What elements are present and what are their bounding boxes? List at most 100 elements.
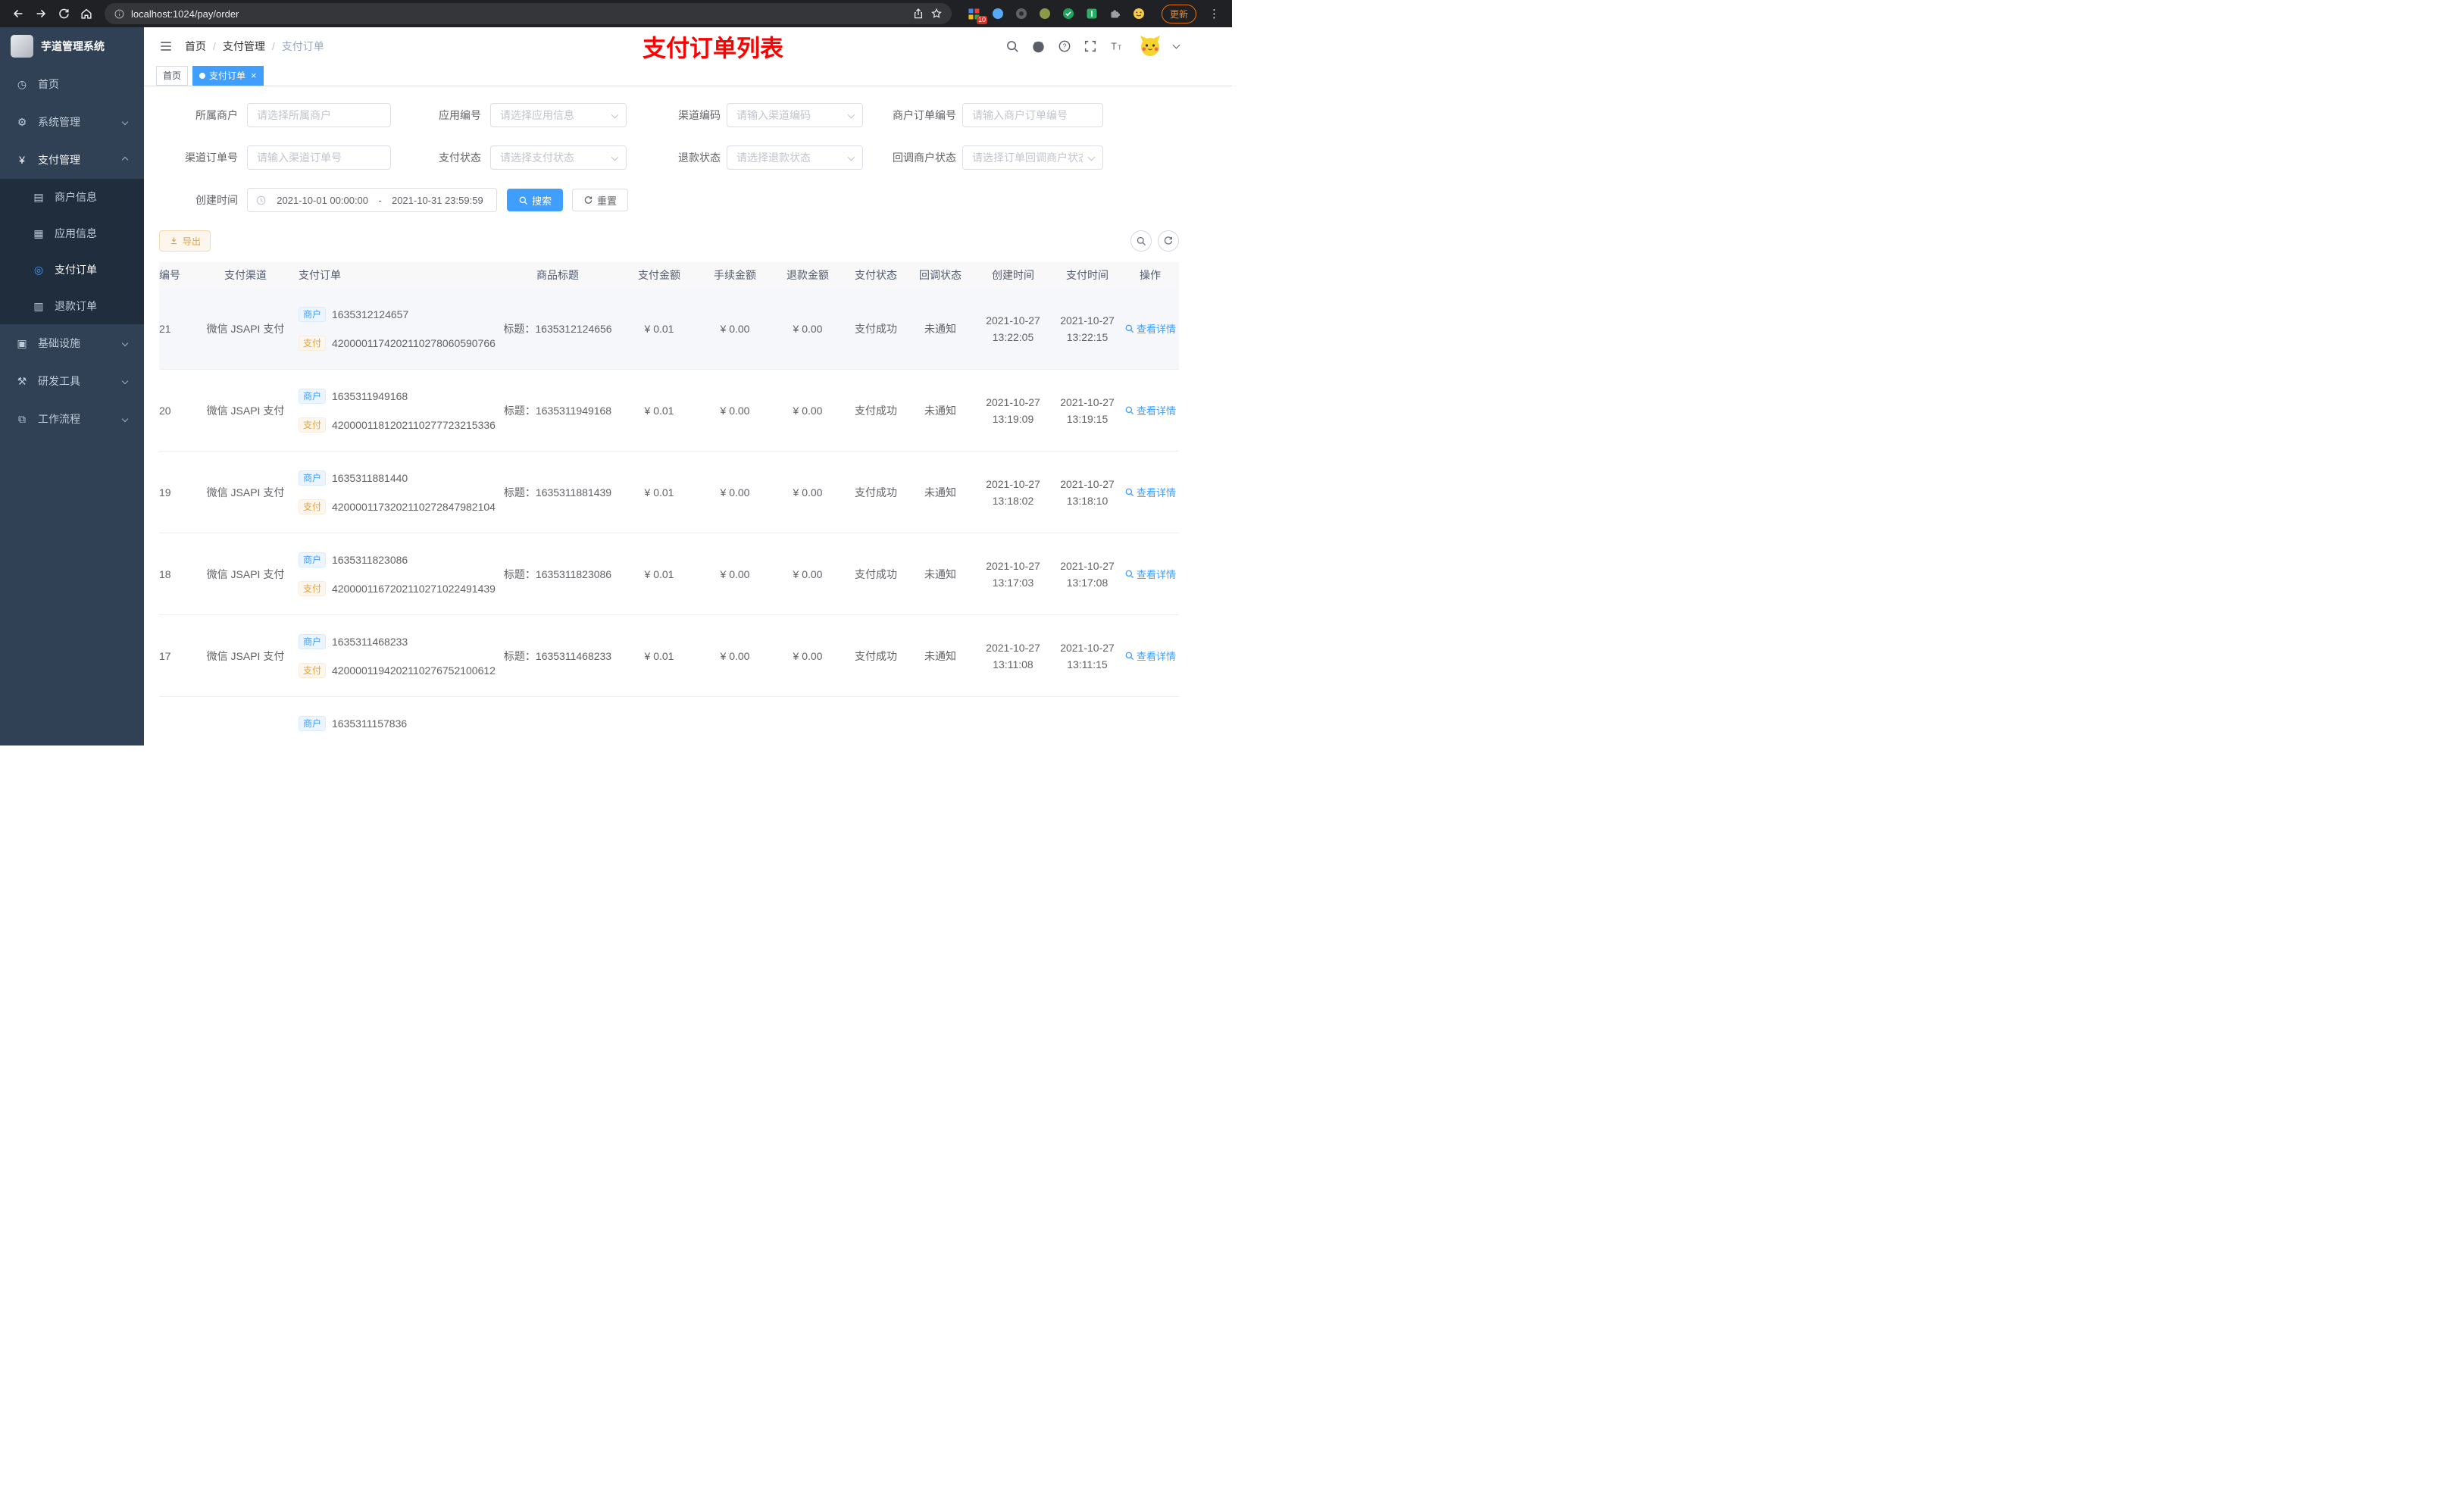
site-info-icon[interactable] (114, 8, 125, 20)
chevron-down-icon (121, 377, 129, 385)
column-header-refund-amount: 退款金额 (771, 262, 844, 288)
sidebar-item-payment[interactable]: ¥ 支付管理 (0, 141, 144, 179)
sidebar-item-label: 商户信息 (55, 191, 97, 203)
view-detail-link[interactable]: 查看详情 (1124, 403, 1176, 417)
extension-dark-icon[interactable] (1014, 6, 1029, 21)
extensions-puzzle-icon[interactable] (1108, 6, 1123, 21)
browser-update-button[interactable]: 更新 (1161, 4, 1196, 23)
cell-create-time: 2021-10-27 13:19:09 (973, 369, 1053, 452)
svg-text:T: T (1118, 45, 1121, 52)
sidebar-nav: ◷ 首页 ⚙ 系统管理 ¥ 支付管理 ▤ 商户信息 ▦ 应用信息 ◎ 支付订单 ▥ 退款订单 ▣ 基础设施 ⚒ 研… (0, 65, 144, 438)
view-detail-link[interactable]: 查看详情 (1124, 321, 1176, 336)
monitor-icon: ▣ (17, 336, 27, 349)
breadcrumb-item[interactable]: 首页 (185, 39, 206, 54)
bookmark-star-icon[interactable] (930, 8, 943, 20)
sidebar-item-refund-order[interactable]: ▥ 退款订单 (0, 288, 144, 324)
font-size-icon[interactable]: TT (1109, 39, 1124, 53)
view-detail-link[interactable]: 查看详情 (1124, 485, 1176, 499)
cell-create-time (973, 696, 1053, 746)
tab-pay-order[interactable]: 支付订单 × (192, 65, 264, 86)
extension-blue-icon[interactable] (990, 6, 1005, 21)
reset-button[interactable]: 重置 (572, 189, 629, 211)
table-row: 商户1635311157836支付 (159, 696, 1179, 746)
chevron-down-icon (847, 111, 855, 119)
view-detail-link[interactable]: 查看详情 (1124, 567, 1176, 581)
sidebar-item-dev-tools[interactable]: ⚒ 研发工具 (0, 362, 144, 400)
avatar[interactable] (1139, 35, 1162, 58)
export-button[interactable]: 导出 (159, 230, 211, 252)
merchant-order-no: 1635311949168 (332, 389, 408, 402)
search-button[interactable]: 搜索 (507, 189, 564, 211)
sidebar-item-app-info[interactable]: ▦ 应用信息 (0, 215, 144, 252)
sidebar-item-system[interactable]: ⚙ 系统管理 (0, 103, 144, 141)
placeholder-text: 请选择支付状态 (500, 152, 574, 164)
refund-status-select[interactable]: 请选择退款状态 (727, 145, 863, 170)
refresh-button[interactable] (1158, 230, 1179, 252)
tab-home[interactable]: 首页 (156, 65, 189, 86)
browser-forward-button[interactable] (30, 3, 52, 24)
reset-button-label: 重置 (597, 195, 618, 207)
channel-code-select[interactable]: 请输入渠道编码 (727, 103, 863, 127)
app-select[interactable]: 请选择应用信息 (490, 103, 627, 127)
pay-tag: 支付 (299, 417, 327, 433)
sidebar-item-pay-order[interactable]: ◎ 支付订单 (0, 252, 144, 288)
sidebar-item-workflow[interactable]: ⧉ 工作流程 (0, 400, 144, 438)
sidebar-item-label: 首页 (38, 78, 59, 90)
cell-title: 标题：1635311823086 (496, 533, 620, 615)
search-icon (1125, 570, 1134, 579)
sidebar-item-home[interactable]: ◷ 首页 (0, 65, 144, 103)
breadcrumb-item[interactable]: 支付管理 (223, 39, 265, 54)
cell-fee-amount: ¥ 0.00 (699, 451, 771, 533)
cell-id: 18 (159, 533, 192, 615)
browser-back-button[interactable] (8, 3, 29, 24)
search-icon (1125, 652, 1134, 661)
cell-id: 17 (159, 614, 192, 697)
cell-action: 查看详情 (1121, 614, 1179, 697)
cell-create-time: 2021-10-27 13:17:03 (973, 533, 1053, 615)
table-row: 21 微信 JSAPI 支付 商户 1635312124657 支付 4200001174… (159, 288, 1179, 370)
cell-pay-order: 商户1635311157836支付 (299, 696, 496, 746)
extensions-row: 10 (967, 6, 1146, 24)
channel-order-input[interactable]: 请输入渠道订单号 (247, 145, 391, 170)
logo[interactable]: 芋道管理系统 (0, 27, 144, 65)
placeholder-text: 请输入渠道订单号 (257, 152, 342, 164)
cell-pay-amount: ¥ 0.01 (620, 451, 699, 533)
cell-pay-time (1053, 696, 1121, 746)
merchant-tag: 商户 (299, 388, 327, 404)
browser-reload-button[interactable] (53, 3, 74, 24)
merchant-select[interactable]: 请选择所属商户 (247, 103, 391, 127)
browser-home-button[interactable] (76, 3, 97, 24)
search-icon[interactable] (1005, 39, 1019, 53)
sidebar-item-infrastructure[interactable]: ▣ 基础设施 (0, 324, 144, 362)
merchant-order-input[interactable]: 请输入商户订单编号 (962, 103, 1103, 127)
chevron-down-icon[interactable] (1172, 41, 1180, 48)
pay-status-select[interactable]: 请选择支付状态 (490, 145, 627, 170)
toggle-search-button[interactable] (1130, 230, 1152, 252)
sidebar-item-merchant-info[interactable]: ▤ 商户信息 (0, 179, 144, 215)
chevron-down-icon (1087, 153, 1096, 161)
column-header-pay-time: 支付时间 (1053, 262, 1121, 288)
column-header-id: 编号 (159, 262, 192, 288)
close-icon[interactable]: × (251, 70, 257, 80)
extension-smiley-icon[interactable] (1131, 6, 1146, 21)
view-detail-link[interactable]: 查看详情 (1124, 649, 1176, 663)
chevron-down-icon (121, 415, 129, 423)
address-bar[interactable]: localhost:1024/pay/order (105, 3, 952, 24)
filter-label: 支付状态 (439, 152, 481, 164)
github-icon[interactable] (1031, 39, 1046, 54)
column-header-pay-amount: 支付金额 (620, 262, 699, 288)
notify-status-select[interactable]: 请选择订单回调商户状态 (962, 145, 1103, 170)
browser-menu-icon[interactable]: ⋮ (1204, 7, 1224, 20)
share-icon[interactable] (912, 8, 924, 20)
extension-green-check-icon[interactable] (1061, 6, 1076, 21)
extension-green-book-icon[interactable] (1084, 6, 1099, 21)
fullscreen-icon[interactable] (1083, 39, 1097, 53)
create-time-range[interactable]: 2021-10-01 00:00:00 - 2021-10-31 23:59:5… (247, 188, 497, 212)
extension-grid-icon[interactable]: 10 (967, 6, 987, 24)
help-icon[interactable]: ? (1058, 39, 1071, 53)
cell-title: 标题：1635312124656 (496, 288, 620, 370)
sidebar-toggle-icon[interactable] (155, 39, 177, 53)
cell-fee-amount: ¥ 0.00 (699, 288, 771, 370)
extension-olive-icon[interactable] (1037, 6, 1052, 21)
cell-refund-amount: ¥ 0.00 (771, 614, 844, 697)
